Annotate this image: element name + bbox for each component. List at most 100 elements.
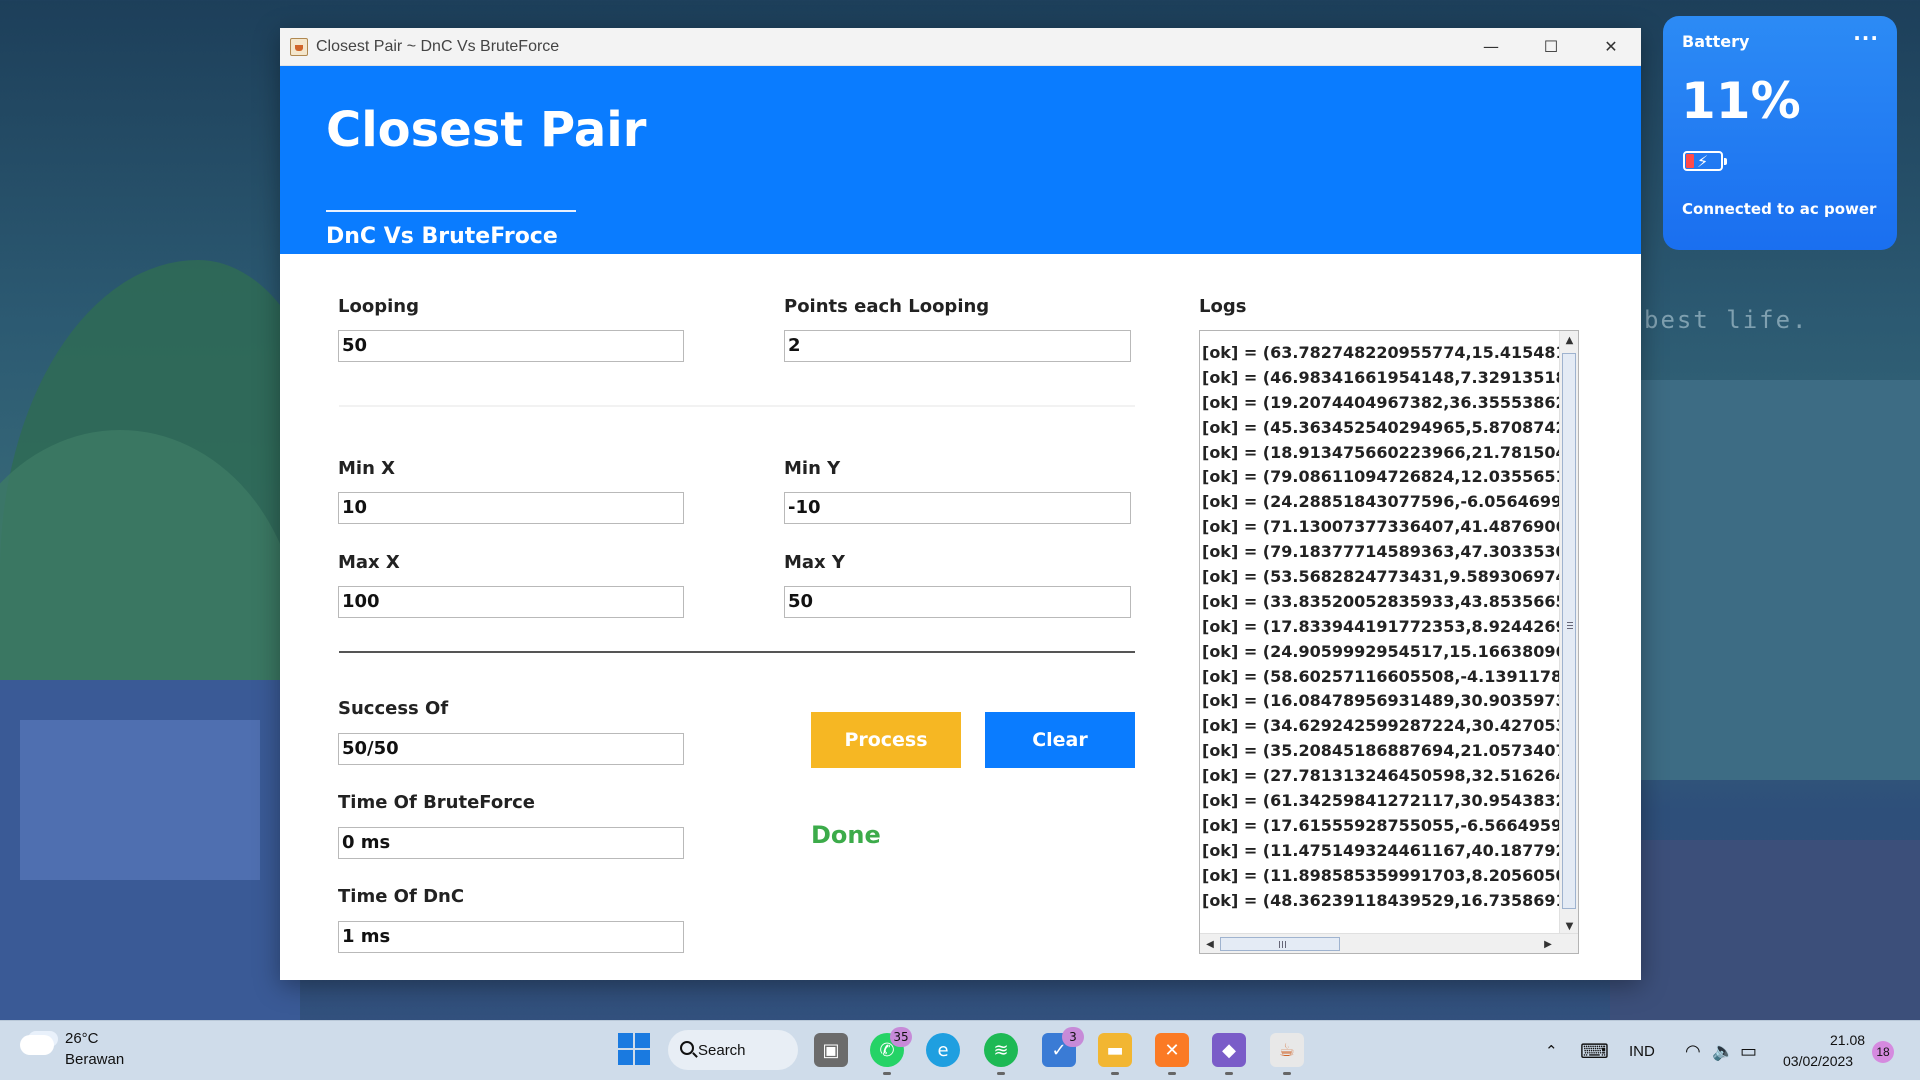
- looping-input[interactable]: 50: [338, 330, 684, 362]
- cube-app-icon[interactable]: ◆: [1212, 1033, 1246, 1075]
- log-line: [ok] = (63.782748220955774,15.4154816563…: [1202, 343, 1560, 362]
- wifi-icon[interactable]: ◠: [1685, 1021, 1701, 1080]
- clock-date[interactable]: 03/02/2023: [1783, 1053, 1853, 1069]
- max-y-input[interactable]: 50: [784, 586, 1131, 618]
- logs-label: Logs: [1199, 296, 1247, 317]
- clock-time[interactable]: 21.08: [1830, 1032, 1865, 1048]
- section-divider: [339, 405, 1135, 407]
- search-label: Search: [698, 1041, 746, 1059]
- battery-title: Battery: [1682, 32, 1750, 51]
- time-bruteforce-field[interactable]: 0 ms: [338, 827, 684, 859]
- success-of-label: Success Of: [338, 698, 449, 719]
- log-line: [ok] = (16.08478956931489,30.90359737664…: [1202, 691, 1560, 711]
- whatsapp-icon[interactable]: ✆ 35: [870, 1027, 912, 1075]
- battery-widget[interactable]: Battery ··· 11% ⚡ Connected to ac power: [1663, 16, 1897, 250]
- min-y-input[interactable]: -10: [784, 492, 1131, 524]
- wallpaper-house: [20, 720, 260, 880]
- logs-horizontal-scrollbar[interactable]: ◀ ▶: [1200, 933, 1578, 953]
- time-bruteforce-label: Time Of BruteForce: [338, 792, 535, 813]
- maximize-button[interactable]: ☐: [1521, 28, 1581, 66]
- spotify-icon[interactable]: ≋: [984, 1033, 1018, 1075]
- log-line: [ok] = (11.898585359991703,8.20560503876…: [1202, 865, 1560, 885]
- window-titlebar[interactable]: Closest Pair ~ DnC Vs BruteForce — ☐ ✕: [280, 28, 1641, 66]
- log-line: [ok] = (24.28851843077596,-6.05646992346…: [1202, 492, 1560, 512]
- max-x-input[interactable]: 100: [338, 586, 684, 618]
- time-dnc-label: Time Of DnC: [338, 886, 465, 907]
- min-x-input[interactable]: 10: [338, 492, 684, 524]
- java-icon[interactable]: ☕: [1270, 1033, 1304, 1075]
- file-explorer-icon[interactable]: ▬: [1098, 1033, 1132, 1075]
- clear-button[interactable]: Clear: [985, 712, 1135, 768]
- looping-label: Looping: [338, 296, 419, 317]
- wallpaper-roof: [1610, 840, 1920, 1020]
- log-line: [ok] = (79.18377714589363,47.30335301990…: [1202, 542, 1560, 562]
- logs-textarea[interactable]: [ok] = (63.782748220955774,15.4154816563…: [1199, 330, 1579, 954]
- log-line: [ok] = (45.363452540294965,5.87087428884: [1202, 417, 1560, 437]
- taskbar-search[interactable]: Search: [668, 1030, 798, 1070]
- log-line: [ok] = (27.781313246450598,32.5162642455…: [1202, 766, 1560, 786]
- min-y-label: Min Y: [784, 458, 841, 479]
- log-line: [ok] = (53.5682824773431,9.5893069744306…: [1202, 567, 1560, 587]
- results-divider: [339, 651, 1135, 653]
- log-line: [ok] = (18.913475660223966,21.7815042108…: [1202, 442, 1560, 462]
- search-icon: [680, 1041, 694, 1055]
- points-each-looping-input[interactable]: 2: [784, 330, 1131, 362]
- edge-icon[interactable]: e: [926, 1033, 960, 1067]
- max-y-label: Max Y: [784, 552, 845, 573]
- logs-content: [ok] = (63.782748220955774,15.4154816563…: [1200, 331, 1560, 933]
- volume-icon[interactable]: 🔈: [1712, 1021, 1734, 1080]
- battery-status: Connected to ac power: [1682, 200, 1877, 218]
- log-line: [ok] = (34.629242599287224,30.4270534954…: [1202, 716, 1560, 736]
- log-line: [ok] = (48.36239118439529,16.73586919654…: [1202, 890, 1560, 910]
- weather-cloud-icon[interactable]: [20, 1035, 54, 1055]
- taskbar: 26°C Berawan Search ▣ ✆ 35 e ≋ ✓ 3 ▬ ✕ ◆…: [0, 1020, 1920, 1080]
- scroll-right-icon[interactable]: ▶: [1539, 935, 1557, 953]
- logs-vertical-scrollbar[interactable]: ▲ ▼: [1559, 331, 1578, 935]
- wallpaper-sea: [1640, 380, 1920, 780]
- log-line: [ok] = (24.9059992954517,15.166380960665…: [1202, 641, 1560, 661]
- xampp-icon[interactable]: ✕: [1155, 1033, 1189, 1075]
- log-line: [ok] = (17.61555928755055,-6.56649597646…: [1202, 815, 1560, 835]
- app-window: Closest Pair ~ DnC Vs BruteForce — ☐ ✕ C…: [280, 28, 1641, 980]
- log-line: [ok] = (33.83520052835933,43.85356654007…: [1202, 591, 1560, 611]
- scroll-left-icon[interactable]: ◀: [1201, 935, 1219, 953]
- charging-bolt-icon: ⚡: [1697, 152, 1709, 171]
- language-indicator[interactable]: IND: [1629, 1021, 1655, 1080]
- scroll-up-icon[interactable]: ▲: [1560, 331, 1578, 349]
- whatsapp-badge: 35: [890, 1027, 912, 1047]
- scroll-thumb[interactable]: [1220, 937, 1340, 951]
- app-subtitle: DnC Vs BruteFroce: [326, 224, 558, 249]
- todo-badge: 3: [1062, 1027, 1084, 1047]
- notification-badge[interactable]: 18: [1872, 1041, 1894, 1063]
- weather-temperature[interactable]: 26°C: [65, 1030, 99, 1047]
- log-line: [ok] = (19.2074404967382,36.355538620504…: [1202, 392, 1560, 412]
- max-x-label: Max X: [338, 552, 400, 573]
- todo-icon[interactable]: ✓ 3: [1042, 1027, 1084, 1067]
- wallpaper-text: best life.: [1644, 306, 1809, 334]
- log-line: [ok] = (17.833944191772353,8.92442691043…: [1202, 616, 1560, 636]
- status-label: Done: [811, 821, 881, 849]
- log-line: [ok] = (58.60257116605508,-4.13911780650…: [1202, 666, 1560, 686]
- app-title: Closest Pair: [326, 102, 647, 158]
- close-button[interactable]: ✕: [1581, 28, 1641, 66]
- chevron-up-icon[interactable]: ⌃: [1545, 1021, 1558, 1080]
- window-title: Closest Pair ~ DnC Vs BruteForce: [316, 37, 560, 55]
- task-view-icon[interactable]: ▣: [814, 1033, 848, 1067]
- header-divider: [326, 210, 576, 212]
- scroll-thumb[interactable]: [1562, 353, 1576, 909]
- app-header: Closest Pair DnC Vs BruteFroce: [280, 66, 1641, 254]
- battery-percent: 11%: [1681, 72, 1801, 130]
- minimize-button[interactable]: —: [1461, 28, 1521, 66]
- process-button[interactable]: Process: [811, 712, 961, 768]
- success-of-field[interactable]: 50/50: [338, 733, 684, 765]
- log-line: [ok] = (79.08611094726824,12.03556519292…: [1202, 467, 1560, 487]
- time-dnc-field[interactable]: 1 ms: [338, 921, 684, 953]
- battery-icon[interactable]: ▭: [1740, 1021, 1757, 1080]
- points-each-looping-label: Points each Looping: [784, 296, 990, 317]
- windows-start-icon[interactable]: [618, 1033, 650, 1065]
- more-options-icon[interactable]: ···: [1853, 26, 1879, 50]
- weather-description[interactable]: Berawan: [65, 1051, 124, 1068]
- keyboard-icon[interactable]: ⌨: [1580, 1021, 1609, 1080]
- min-x-label: Min X: [338, 458, 396, 479]
